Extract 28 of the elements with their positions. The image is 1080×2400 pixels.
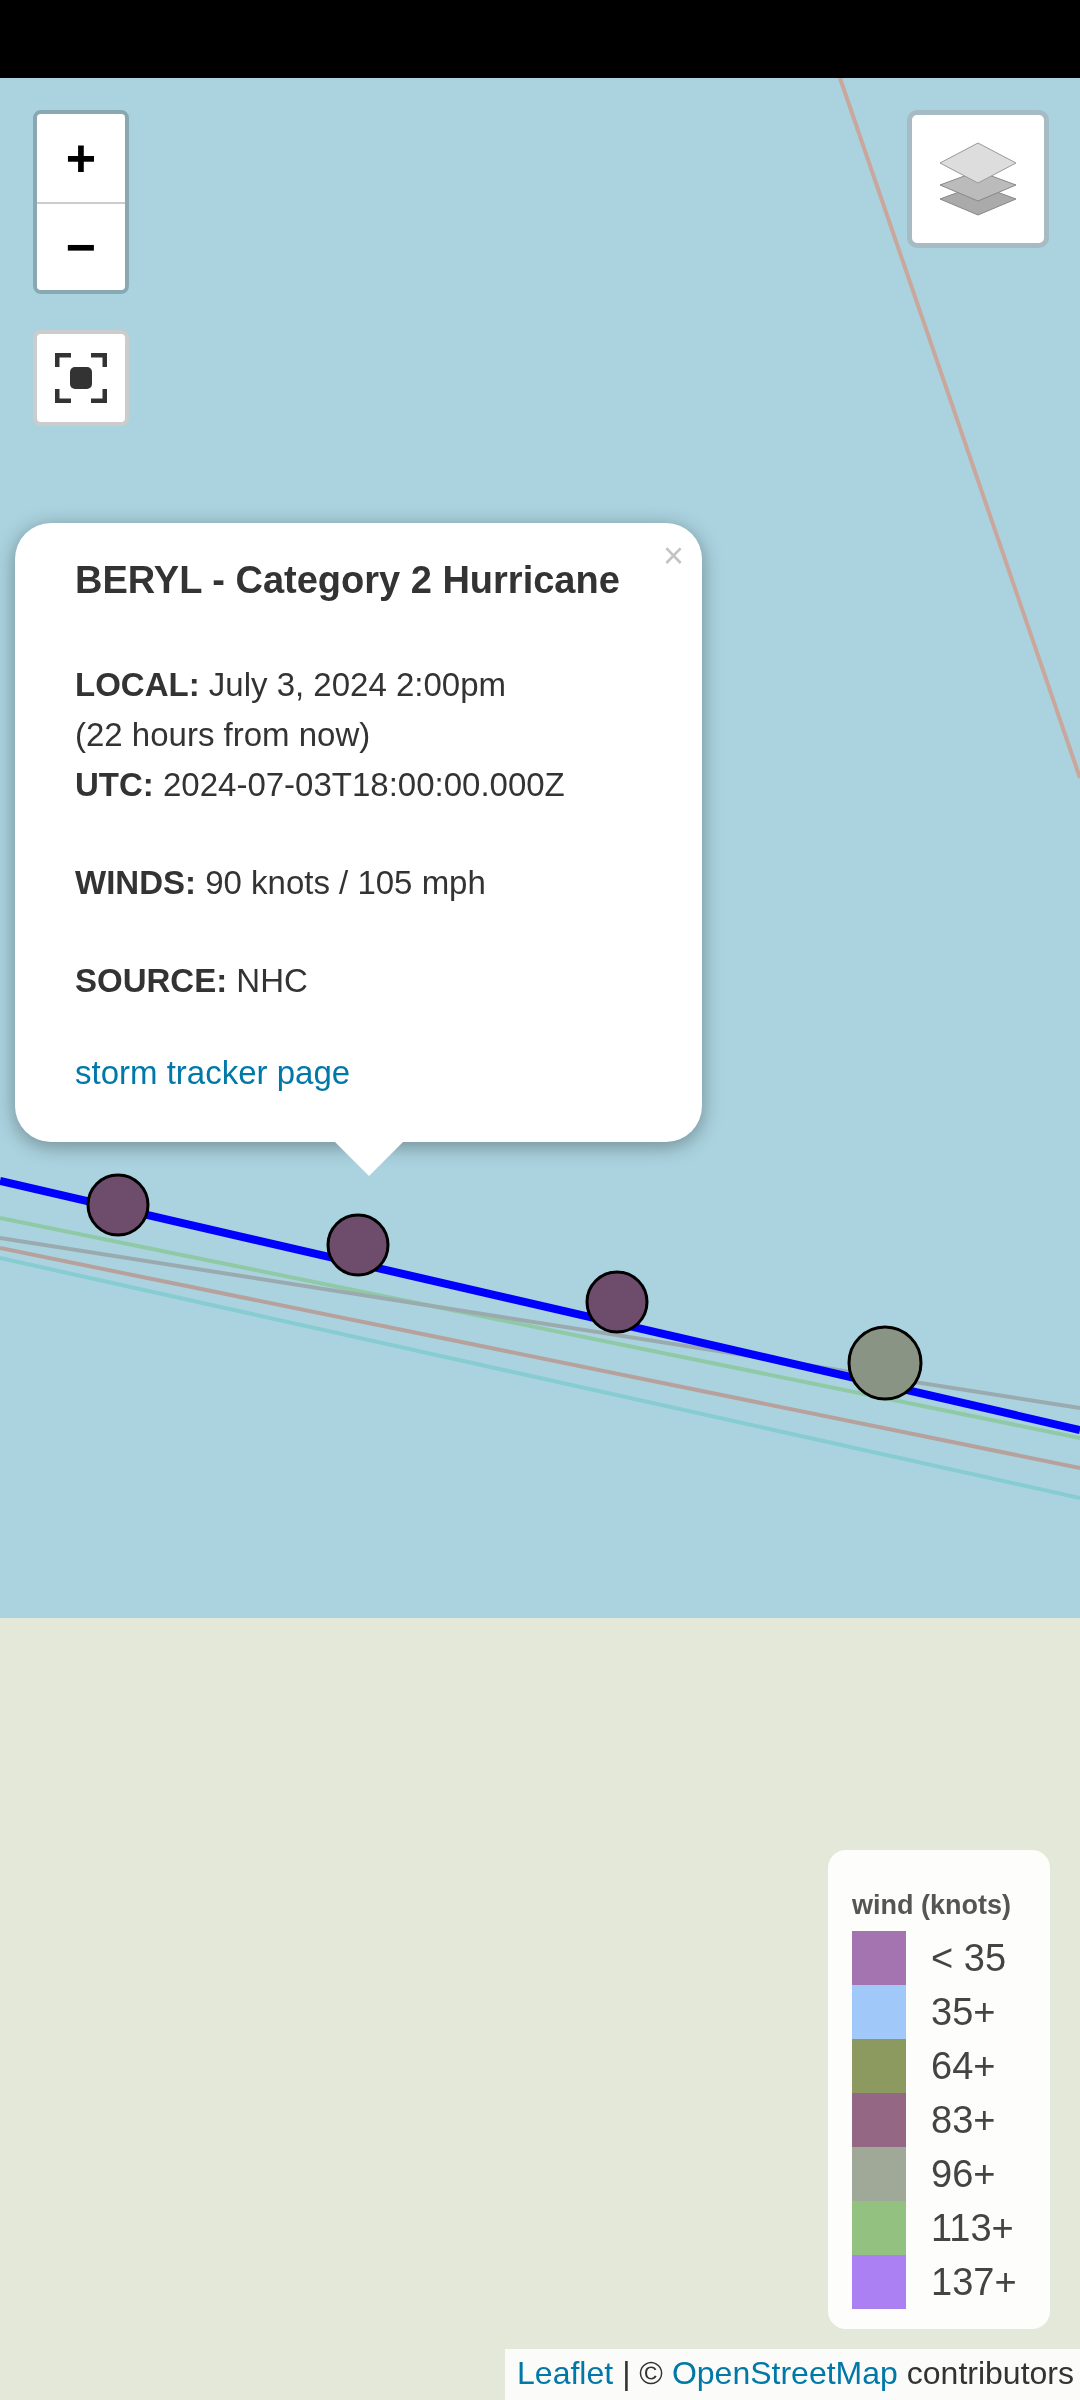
legend-label: 96+ xyxy=(931,2152,996,2196)
legend-label: 137+ xyxy=(931,2260,1017,2304)
popup-title: BERYL - Category 2 Hurricane xyxy=(75,559,621,602)
legend-label: 64+ xyxy=(931,2044,996,2088)
legend-label: 113+ xyxy=(931,2206,1014,2250)
storm-tracker-link[interactable]: storm tracker page xyxy=(75,1054,351,1091)
attribution-text: contributors xyxy=(906,2355,1074,2392)
popup-info-line: UTC: 2024-07-03T18:00:00.000Z xyxy=(75,765,566,805)
track-point-marker[interactable] xyxy=(847,1325,923,1401)
focus-frame-icon xyxy=(55,353,107,403)
fit-bounds-button[interactable] xyxy=(33,330,129,426)
attribution-separator: | © xyxy=(622,2355,663,2392)
legend-label: < 35 xyxy=(931,1936,1007,1980)
zoom-out-button[interactable]: − xyxy=(37,202,125,290)
popup-info-line: (22 hours from now) xyxy=(75,715,372,755)
track-point-marker[interactable] xyxy=(585,1270,649,1334)
popup-info-line: SOURCE: NHC xyxy=(75,961,309,1001)
layers-icon xyxy=(938,141,1018,217)
leaflet-link[interactable]: Leaflet xyxy=(517,2355,614,2392)
openstreetmap-link[interactable]: OpenStreetMap xyxy=(671,2355,898,2392)
track-point-marker[interactable] xyxy=(326,1213,390,1277)
legend-label: 83+ xyxy=(931,2098,996,2142)
legend-label: 35+ xyxy=(931,1990,996,2034)
track-point-marker[interactable] xyxy=(86,1173,150,1237)
zoom-in-button[interactable]: + xyxy=(37,114,125,202)
popup-info-line: LOCAL: July 3, 2024 2:00pm xyxy=(75,665,507,705)
legend-title: wind (knots) xyxy=(852,1890,1012,1921)
popup-info-line: WINDS: 90 knots / 105 mph xyxy=(75,863,487,903)
